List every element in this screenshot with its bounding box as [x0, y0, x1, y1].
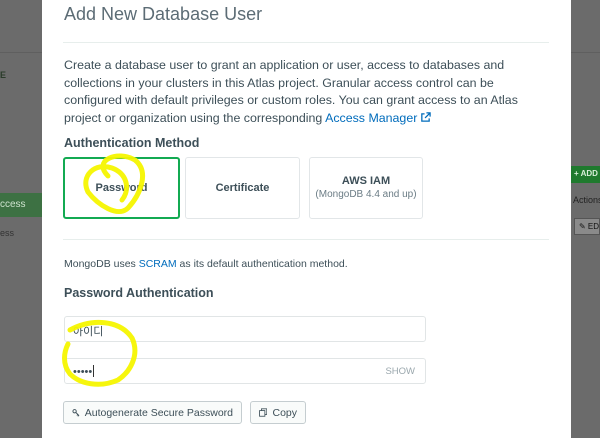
auth-option-password[interactable]: Password: [63, 157, 180, 219]
copy-label: Copy: [272, 406, 297, 419]
background-sidebar-active-item: ccess: [0, 193, 42, 217]
autogenerate-password-button[interactable]: Autogenerate Secure Password: [63, 401, 242, 424]
scram-link[interactable]: SCRAM: [139, 258, 177, 270]
modal-description: Create a database user to grant an appli…: [64, 57, 548, 128]
password-value: •••••: [73, 366, 93, 378]
scram-suffix: as its default authentication method.: [176, 258, 348, 270]
add-user-modal: Add New Database User Create a database …: [42, 0, 571, 438]
auth-option-label: Certificate: [215, 182, 270, 194]
external-link-icon[interactable]: [420, 111, 432, 129]
description-text: Create a database user to grant an appli…: [64, 58, 518, 125]
background-add-button: + ADD N: [571, 166, 600, 183]
background-divider: [0, 52, 42, 53]
section-divider: [63, 239, 549, 240]
background-actions-header: Actions: [573, 195, 600, 205]
copy-icon: [259, 408, 268, 417]
auth-method-title: Authentication Method: [64, 136, 200, 150]
auth-option-label: AWS IAM: [341, 175, 391, 187]
scram-prefix: MongoDB uses: [64, 258, 139, 270]
username-value: 아이디: [73, 326, 104, 338]
password-field[interactable]: ••••• SHOW: [64, 358, 426, 384]
background-divider: [571, 52, 600, 53]
title-divider: [63, 42, 549, 43]
background-sidebar-active-label: ccess: [0, 199, 26, 210]
key-icon: [72, 409, 80, 417]
password-auth-title: Password Authentication: [64, 286, 214, 300]
copy-button[interactable]: Copy: [250, 401, 306, 424]
access-manager-link[interactable]: Access Manager: [325, 111, 417, 125]
background-edit-button: ✎ EDI: [574, 218, 600, 235]
username-field[interactable]: 아이디: [64, 316, 426, 342]
background-sidebar: E ccess ess: [0, 0, 42, 438]
background-sidebar-item-2: ess: [0, 228, 15, 238]
auth-option-sublabel: (MongoDB 4.4 and up): [315, 189, 417, 200]
modal-title: Add New Database User: [64, 4, 263, 24]
auth-option-certificate[interactable]: Certificate: [185, 157, 300, 219]
auth-option-label: Password: [95, 182, 148, 194]
scram-info: MongoDB uses SCRAM as its default authen…: [64, 258, 348, 270]
text-caret: [93, 365, 95, 377]
background-content: + ADD N Actions ✎ EDI: [571, 0, 600, 438]
auth-option-aws-iam[interactable]: AWS IAM (MongoDB 4.4 and up): [309, 157, 423, 219]
background-sidebar-item: E: [0, 70, 7, 80]
show-password-toggle[interactable]: SHOW: [385, 366, 415, 377]
autogenerate-label: Autogenerate Secure Password: [84, 406, 233, 419]
